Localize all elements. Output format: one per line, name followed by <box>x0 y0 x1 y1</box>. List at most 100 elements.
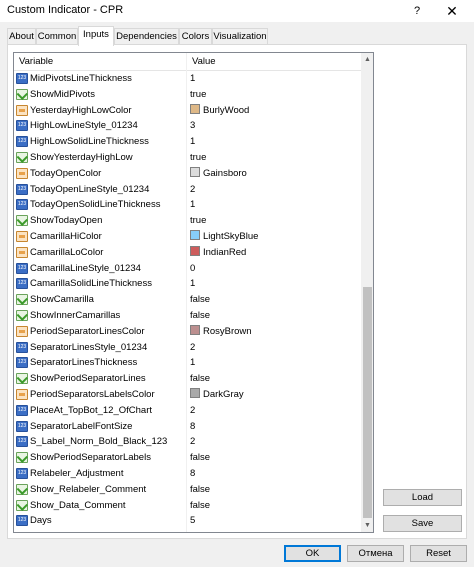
variable-value[interactable]: 8 <box>190 419 195 435</box>
variable-value[interactable]: 1 <box>190 276 195 292</box>
table-row[interactable]: ShowPeriodSeparatorLines false <box>14 371 361 387</box>
variable-name: ShowCamarilla <box>30 294 94 306</box>
variable-value-text: 8 <box>190 420 196 432</box>
variable-value[interactable]: 5 <box>190 513 195 529</box>
num-icon <box>16 341 28 353</box>
variable-value[interactable]: RosyBrown <box>190 324 252 340</box>
table-row[interactable]: Relabeler_Adjustment 8 <box>14 466 361 482</box>
table-row[interactable]: Show_Data_Comment false <box>14 498 361 514</box>
scroll-up-arrow-icon[interactable]: ▲ <box>361 53 373 66</box>
variable-value[interactable]: BurlyWood <box>190 103 249 119</box>
tab-common[interactable]: Common <box>36 28 78 45</box>
variable-value[interactable]: 2 <box>190 182 195 198</box>
table-row[interactable]: S_Label_Norm_Bold_Black_123 2 <box>14 434 361 450</box>
save-button[interactable]: Save <box>383 515 462 532</box>
variable-value[interactable]: false <box>190 450 210 466</box>
close-button[interactable]: ✕ <box>434 0 470 22</box>
table-row[interactable]: ShowTodayOpen true <box>14 213 361 229</box>
variable-value[interactable]: false <box>190 292 210 308</box>
num-icon <box>16 183 28 195</box>
num-icon <box>16 73 28 84</box>
table-row[interactable]: ShowCamarilla false <box>14 292 361 308</box>
inputs-grid[interactable]: Variable Value MidPivotsLineThickness 1 Sh… <box>13 52 374 533</box>
variable-value[interactable]: 8 <box>190 466 195 482</box>
reset-button[interactable]: Reset <box>410 545 467 562</box>
cancel-button[interactable]: Отмена <box>347 545 404 562</box>
table-row[interactable]: TodayOpenColor Gainsboro <box>14 166 361 182</box>
num-icon <box>16 468 28 479</box>
table-row[interactable]: CamarillaSolidLineThickness 1 <box>14 276 361 292</box>
table-row[interactable]: YesterdayHighLowColor BurlyWood <box>14 103 361 119</box>
table-row[interactable]: TodayOpenSolidLineThickness 1 <box>14 197 361 213</box>
column-header-variable[interactable]: Variable <box>14 53 53 71</box>
variable-value[interactable]: 1 <box>190 197 195 213</box>
variable-value[interactable]: true <box>190 213 206 229</box>
variable-value[interactable]: false <box>190 498 210 514</box>
variable-value[interactable]: IndianRed <box>190 245 246 261</box>
variable-value[interactable]: 2 <box>190 434 195 450</box>
table-row[interactable]: PeriodSeparatorLinesColor RosyBrown <box>14 324 361 340</box>
variable-value[interactable]: 2 <box>190 340 195 356</box>
variable-value[interactable]: DarkGray <box>190 387 244 403</box>
table-row[interactable]: ShowPeriodSeparatorLabels false <box>14 450 361 466</box>
variable-value[interactable]: 1 <box>190 134 195 150</box>
vertical-scrollbar[interactable]: ▲ ▼ <box>361 53 373 532</box>
variable-value[interactable]: false <box>190 371 210 387</box>
table-row[interactable]: MidPivotsLineThickness 1 <box>14 71 361 87</box>
table-row[interactable]: PeriodSeparatorsLabelsColor DarkGray <box>14 387 361 403</box>
variable-name: CamarillaHiColor <box>30 231 102 242</box>
table-row[interactable]: ShowInnerCamarillas false <box>14 308 361 324</box>
table-row[interactable]: ShowMidPivots true <box>14 87 361 103</box>
column-header-value[interactable]: Value <box>187 53 216 71</box>
scroll-down-arrow-icon[interactable]: ▼ <box>361 519 373 532</box>
table-row[interactable]: CamarillaHiColor LightSkyBlue <box>14 229 361 245</box>
load-button[interactable]: Load <box>383 489 462 506</box>
table-row[interactable]: HighLowLineStyle_01234 3 <box>14 118 361 134</box>
variable-value-text: Gainsboro <box>203 167 247 179</box>
table-row[interactable]: CamarillaLineStyle_01234 0 <box>14 261 361 277</box>
variable-value[interactable]: true <box>190 150 206 166</box>
variable-value-text: 1 <box>190 136 196 148</box>
variable-value[interactable]: false <box>190 308 210 324</box>
bool-icon <box>16 152 28 163</box>
variable-value-text: 2 <box>190 183 196 195</box>
variable-name: HighLowSolidLineThickness <box>30 136 149 148</box>
color-swatch-icon <box>190 388 200 398</box>
table-row[interactable]: Show_Relabeler_Comment false <box>14 482 361 498</box>
table-row[interactable]: TodayOpenLineStyle_01234 2 <box>14 182 361 198</box>
tab-about[interactable]: About <box>7 28 36 45</box>
tab-visualization[interactable]: Visualization <box>212 28 268 45</box>
variable-value-text: DarkGray <box>203 389 244 400</box>
bool-icon <box>16 215 28 227</box>
table-row[interactable]: SeparatorLinesThickness 1 <box>14 355 361 371</box>
variable-value-text: true <box>190 88 207 100</box>
table-row[interactable]: SeparatorLinesStyle_01234 2 <box>14 340 361 356</box>
num-icon <box>16 278 28 290</box>
variable-value[interactable]: false <box>190 482 210 498</box>
variable-name: ShowPeriodSeparatorLines <box>30 373 146 385</box>
table-row[interactable]: Days 5 <box>14 513 361 529</box>
table-row[interactable]: PlaceAt_TopBot_12_OfChart 2 <box>14 403 361 419</box>
variable-value-text: 2 <box>190 341 196 353</box>
variable-value[interactable]: true <box>190 87 206 103</box>
tab-inputs[interactable]: Inputs <box>78 26 114 46</box>
table-row[interactable]: CamarillaLoColor IndianRed <box>14 245 361 261</box>
table-row[interactable]: HighLowSolidLineThickness 1 <box>14 134 361 150</box>
color-icon <box>16 167 28 179</box>
scrollbar-thumb[interactable] <box>363 287 372 518</box>
variable-value[interactable]: 1 <box>190 355 195 371</box>
ok-button[interactable]: OK <box>284 545 341 562</box>
help-button[interactable]: ? <box>405 1 429 21</box>
table-row[interactable]: ShowYesterdayHighLow true <box>14 150 361 166</box>
num-icon <box>16 420 28 432</box>
variable-value[interactable]: 1 <box>190 71 195 87</box>
variable-value[interactable]: 3 <box>190 118 195 134</box>
variable-value[interactable]: Gainsboro <box>190 166 247 182</box>
tab-dependencies[interactable]: Dependencies <box>114 28 179 45</box>
variable-value-text: 2 <box>190 436 196 448</box>
variable-value[interactable]: 2 <box>190 403 195 419</box>
table-row[interactable]: SeparatorLabelFontSize 8 <box>14 419 361 435</box>
variable-value[interactable]: LightSkyBlue <box>190 229 258 245</box>
variable-value[interactable]: 0 <box>190 261 195 277</box>
tab-colors[interactable]: Colors <box>179 28 212 45</box>
